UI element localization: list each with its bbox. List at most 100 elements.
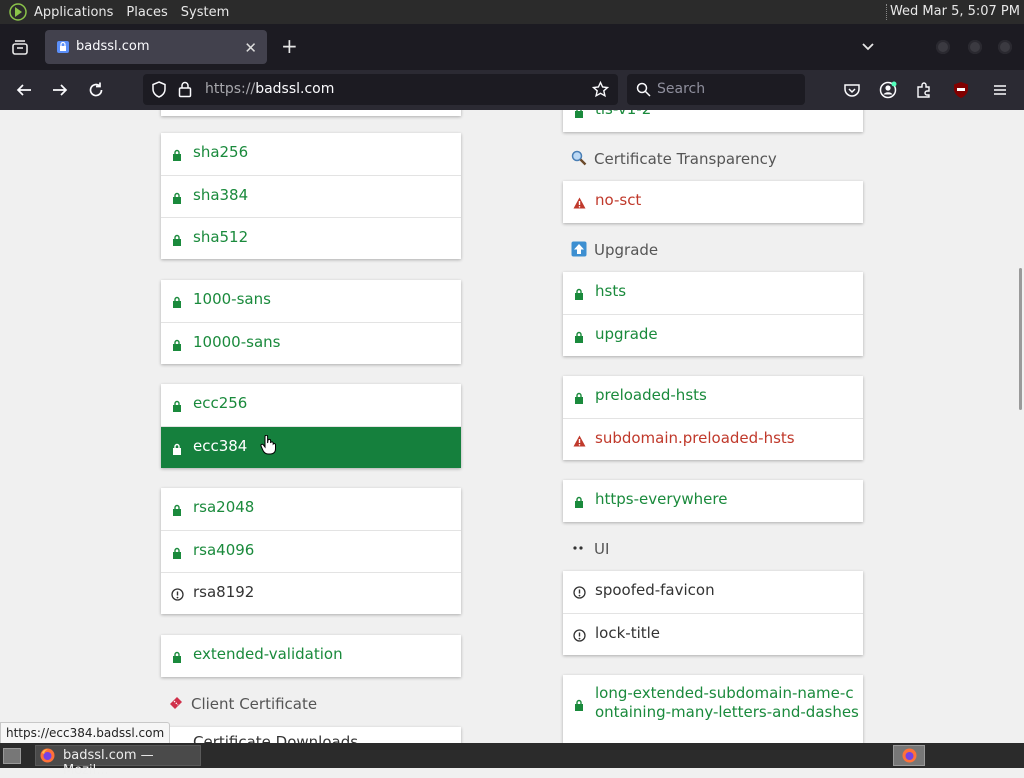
link-https-everywhere[interactable]: https-everywhere — [563, 480, 863, 522]
certificate-downloads-label[interactable]: Certificate Downloads — [193, 733, 358, 743]
ticket-icon — [170, 697, 182, 709]
lock-icon[interactable] — [178, 81, 192, 98]
link-no-sct[interactable]: no-sct — [563, 181, 863, 223]
system-menu[interactable]: System — [181, 5, 229, 20]
distro-logo-icon[interactable] — [9, 3, 27, 21]
section-certificate-transparency: Certificate Transparency — [571, 150, 777, 168]
link-sha384[interactable]: sha384 — [161, 175, 461, 217]
tab-badssl[interactable]: badssl.com ✕ — [45, 30, 267, 64]
applications-menu[interactable]: Applications — [34, 5, 113, 20]
status-url-tooltip: https://ecc384.badssl.com — [0, 722, 171, 744]
up-arrow-icon — [571, 241, 587, 257]
section-upgrade: Upgrade — [571, 241, 658, 259]
top-panel: Applications Places System Wed Mar 5, 5:… — [0, 0, 1024, 24]
clock[interactable]: Wed Mar 5, 5:07 PM — [890, 4, 1020, 19]
close-window-button[interactable] — [998, 40, 1012, 54]
card-hsts: hsts upgrade — [563, 272, 863, 356]
url-text[interactable]: https://badssl.com — [205, 81, 334, 97]
firefox-workspace-icon — [902, 748, 917, 763]
card-long-subdomain: long-extended-subdomain-name-containing-… — [563, 675, 863, 743]
link-lock-title[interactable]: lock-title — [563, 613, 863, 655]
link-upgrade[interactable]: upgrade — [563, 314, 863, 356]
forward-icon[interactable] — [51, 81, 69, 99]
firefox-icon — [40, 748, 55, 763]
new-tab-icon[interactable]: + — [281, 36, 298, 56]
lock-icon — [173, 443, 181, 455]
panel-separator — [886, 4, 889, 20]
lock-icon — [575, 496, 583, 508]
link-rsa8192[interactable]: rsa8192 — [161, 572, 461, 614]
search-icon — [636, 82, 651, 97]
card-ecc: ecc256 ecc384 — [161, 384, 461, 468]
info-circle-icon — [573, 629, 586, 642]
taskbar-firefox-window[interactable]: badssl.com — Mozil... — [35, 745, 201, 778]
link-subdomain-preloaded-hsts[interactable]: subdomain.preloaded-hsts — [563, 418, 863, 460]
tab-close-icon[interactable]: ✕ — [244, 39, 257, 57]
link-long-extended-subdomain[interactable]: long-extended-subdomain-name-containing-… — [563, 675, 863, 737]
taskbar-window-title: badssl.com — Mozil... — [63, 748, 154, 778]
lock-icon — [173, 547, 181, 559]
lock-icon — [173, 296, 181, 308]
maximize-button[interactable] — [968, 40, 982, 54]
link-tls-v1-2[interactable]: tls-v1-2 — [563, 110, 863, 132]
lock-icon — [575, 392, 583, 404]
reload-icon[interactable] — [87, 81, 105, 99]
page-scrollbar[interactable] — [1016, 110, 1024, 743]
card-preloaded-hsts: preloaded-hsts subdomain.preloaded-hsts — [563, 376, 863, 460]
partial-card-top-left — [161, 110, 461, 116]
lock-icon — [575, 699, 583, 711]
extensions-icon[interactable] — [915, 81, 933, 99]
lock-icon — [173, 400, 181, 412]
card-rsa: rsa2048 rsa4096 rsa8192 — [161, 488, 461, 614]
bottom-taskbar: badssl.com — Mozil... — [0, 743, 1024, 778]
info-circle-icon — [573, 586, 586, 599]
lock-icon — [575, 288, 583, 300]
pocket-icon[interactable] — [843, 81, 861, 99]
card-https-everywhere: https-everywhere — [563, 480, 863, 522]
tab-overview-icon[interactable] — [10, 38, 30, 58]
lock-icon — [575, 110, 583, 118]
link-ecc256[interactable]: ecc256 — [161, 384, 461, 426]
lock-icon — [173, 149, 181, 161]
search-placeholder: Search — [657, 81, 706, 97]
hand-cursor-icon — [260, 435, 276, 455]
link-hsts[interactable]: hsts — [563, 272, 863, 314]
link-preloaded-hsts[interactable]: preloaded-hsts — [563, 376, 863, 418]
show-desktop-icon[interactable] — [3, 748, 21, 764]
link-sha256[interactable]: sha256 — [161, 133, 461, 175]
link-extended-validation[interactable]: extended-validation — [161, 635, 461, 677]
link-spoofed-favicon[interactable]: spoofed-favicon — [563, 571, 863, 613]
hamburger-menu-icon[interactable] — [991, 81, 1009, 99]
card-tls-partial: tls-v1-2 — [563, 110, 863, 132]
lock-icon — [173, 234, 181, 246]
card-sans: 1000-sans 10000-sans — [161, 280, 461, 364]
workspace-switcher[interactable] — [893, 745, 925, 766]
search-bar[interactable]: Search — [627, 74, 805, 105]
magnifier-icon — [571, 150, 587, 166]
account-icon[interactable] — [879, 81, 897, 99]
back-icon[interactable] — [15, 81, 33, 99]
tab-lock-icon — [57, 41, 69, 53]
eyes-icon — [573, 546, 583, 550]
link-sha512[interactable]: sha512 — [161, 217, 461, 259]
link-1000-sans[interactable]: 1000-sans — [161, 280, 461, 322]
link-rsa4096[interactable]: rsa4096 — [161, 530, 461, 572]
places-menu[interactable]: Places — [126, 5, 167, 20]
section-ui: UI — [571, 540, 609, 558]
url-bar[interactable]: https://badssl.com — [143, 74, 618, 105]
card-ui: spoofed-favicon lock-title — [563, 571, 863, 655]
minimize-button[interactable] — [936, 40, 950, 54]
info-circle-icon — [171, 588, 184, 601]
scrollbar-thumb[interactable] — [1019, 268, 1022, 410]
link-10000-sans[interactable]: 10000-sans — [161, 322, 461, 364]
bookmark-star-icon[interactable] — [592, 81, 609, 98]
card-ev: extended-validation — [161, 635, 461, 677]
ublock-origin-icon[interactable] — [952, 81, 970, 99]
list-all-tabs-icon[interactable] — [860, 39, 876, 55]
link-ecc384[interactable]: ecc384 — [161, 426, 461, 468]
lock-icon — [575, 331, 583, 343]
card-certificate-downloads: Certificate Downloads — [161, 727, 461, 743]
shield-icon[interactable] — [151, 81, 167, 98]
lock-icon — [173, 192, 181, 204]
link-rsa2048[interactable]: rsa2048 — [161, 488, 461, 530]
